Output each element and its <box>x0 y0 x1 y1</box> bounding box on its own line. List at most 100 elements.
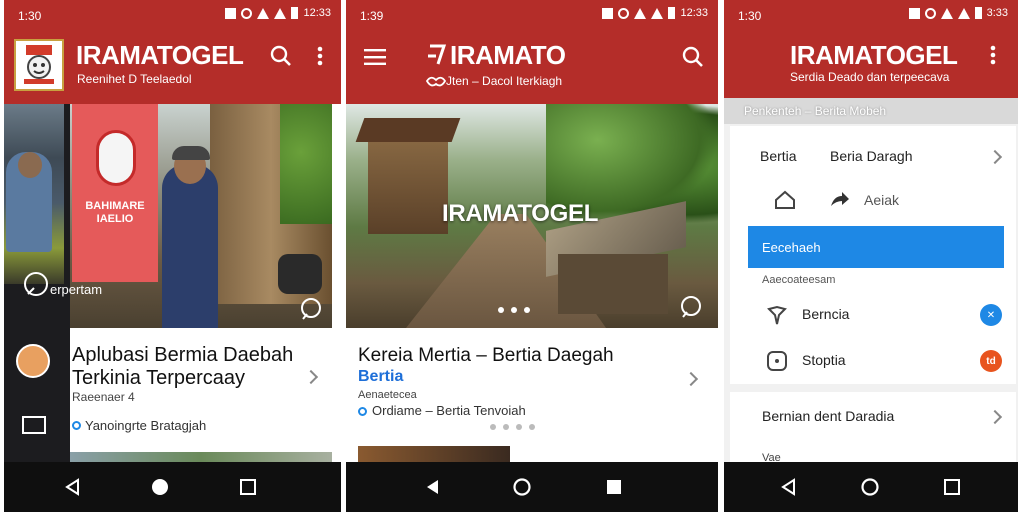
status-icons: 12:33 <box>602 7 708 19</box>
recents-icon <box>944 479 960 495</box>
recents-button[interactable] <box>236 475 260 499</box>
page-dot[interactable] <box>490 424 496 430</box>
recents-icon <box>240 479 256 495</box>
back-icon <box>65 478 79 496</box>
carousel-indicator[interactable] <box>498 307 530 313</box>
status-bar: 1:30 12:33 <box>4 0 341 30</box>
chevron-right-icon[interactable] <box>303 369 319 385</box>
article-tag[interactable]: Bertia <box>358 368 403 386</box>
app-bar: IRAMATOGEL Serdia Deado dan terpeecava <box>724 30 1018 98</box>
card-page-indicator[interactable] <box>490 424 535 430</box>
signal-icon <box>957 7 970 19</box>
chevron-right-icon[interactable] <box>987 409 1003 425</box>
menu-icon <box>364 49 386 65</box>
menu-row-home[interactable]: Aeiak <box>730 184 1016 224</box>
menu-row-item2[interactable]: Stoptia td <box>730 338 1016 384</box>
home-button[interactable] <box>148 475 172 499</box>
hero-image[interactable]: BAHIMARE IAELIO <box>70 104 332 328</box>
battery-icon <box>668 7 676 19</box>
app-title: IRAMATOGEL <box>790 40 958 70</box>
handshake-icon <box>426 76 446 87</box>
overflow-menu-button[interactable] <box>980 42 1006 68</box>
home-button[interactable] <box>858 475 882 499</box>
app-subtitle: Reenihet D Teelaedol <box>77 72 192 86</box>
hamburger-menu-button[interactable] <box>362 44 388 70</box>
recents-button[interactable] <box>602 475 626 499</box>
next-card-thumbnail <box>358 446 510 462</box>
back-button[interactable] <box>420 475 444 499</box>
pin-icon <box>767 305 787 325</box>
phone-screen-1: 1:30 12:33 IRAMATOGEL Reenihet D Teelaed… <box>4 0 341 512</box>
app-bar: IRAMATOGEL Reenihet D Teelaedol <box>4 30 341 104</box>
man-cap <box>172 146 210 160</box>
red-flag: BAHIMARE IAELIO <box>72 104 158 282</box>
overflow-menu-button[interactable] <box>307 43 333 69</box>
home-circle-icon <box>513 478 531 496</box>
battery-icon <box>974 7 982 19</box>
app-bar: IRAMATO Jten – Dacol Iterkiagh <box>346 30 718 104</box>
avatar[interactable] <box>16 344 50 378</box>
search-button[interactable] <box>268 43 294 69</box>
chevron-right-icon[interactable] <box>987 149 1003 165</box>
item1-badge[interactable]: ✕ <box>980 304 1002 326</box>
comment-icon[interactable] <box>298 296 324 322</box>
app-logo[interactable] <box>14 39 64 91</box>
phone-screen-2: 1:39 12:33 IRAMATO Jten – Dacol Iterkiag… <box>346 0 718 512</box>
carousel-dot[interactable] <box>524 307 530 313</box>
menu-row-bertia[interactable]: Bertia Beria Daragh <box>730 126 1016 184</box>
article-source: Yanoingrte Bratagjah <box>85 418 207 433</box>
logo-mark-icon <box>428 44 447 65</box>
notification-icon <box>908 7 920 19</box>
page-dot[interactable] <box>516 424 522 430</box>
page-dot[interactable] <box>503 424 509 430</box>
sync-icon <box>618 7 630 19</box>
menu-row-item1[interactable]: Berncia ✕ <box>730 292 1016 338</box>
next-card-peek <box>70 452 332 462</box>
status-clock: 12:33 <box>680 7 708 19</box>
back-icon <box>427 480 438 494</box>
recents-button[interactable] <box>940 475 964 499</box>
carousel-dot[interactable] <box>511 307 517 313</box>
motorbike <box>278 254 322 294</box>
back-button[interactable] <box>776 475 800 499</box>
source-dot-icon <box>358 407 367 416</box>
left-roof <box>355 118 461 142</box>
status-time: 1:39 <box>360 9 384 23</box>
status-time: 1:30 <box>738 9 762 23</box>
home-icon <box>775 190 795 209</box>
home-button[interactable] <box>510 475 534 499</box>
row-label: Bernian dent Daradia <box>762 408 895 424</box>
location-icon[interactable] <box>22 270 50 298</box>
menu-row-footer[interactable]: Bernian dent Daradia Vae <box>730 392 1016 464</box>
page-dot[interactable] <box>529 424 535 430</box>
banana-leaves <box>280 104 332 224</box>
article-card[interactable]: Aplubasi Bermia Daebah Terkinia Terperca… <box>70 328 332 462</box>
right-hut <box>558 254 668 314</box>
chevron-right-icon[interactable] <box>683 371 699 387</box>
search-icon <box>682 46 703 67</box>
flag-emblem <box>96 130 136 186</box>
article-card[interactable]: Kereia Mertia – Bertia Daegah Bertia Aen… <box>346 328 718 462</box>
carousel-dot[interactable] <box>498 307 504 313</box>
item2-badge[interactable]: td <box>980 350 1002 372</box>
sync-icon <box>241 7 253 19</box>
article-title: Kereia Mertia – Bertia Daegah <box>358 345 614 366</box>
notification-icon <box>225 7 237 19</box>
tablet-icon[interactable] <box>22 416 46 434</box>
breadcrumb[interactable]: Penkenteh – Berita Mobeh <box>744 104 886 118</box>
status-icons: 3:33 <box>908 7 1008 19</box>
wifi-icon <box>940 7 953 19</box>
comment-icon[interactable] <box>678 294 704 320</box>
menu-row-selected[interactable]: Eecehaeh <box>748 226 1004 268</box>
hero-text: IRAMATOGEL <box>442 200 599 227</box>
status-clock: 3:33 <box>986 7 1008 19</box>
system-nav-bar <box>724 462 1018 512</box>
sync-icon <box>924 7 936 19</box>
back-button[interactable] <box>60 475 84 499</box>
search-button[interactable] <box>680 44 706 70</box>
home-circle-icon <box>861 478 879 496</box>
hero-carousel[interactable]: IRAMATOGEL <box>346 104 718 328</box>
section-label: Aaecoateesam <box>762 274 836 286</box>
status-clock: 12:33 <box>303 7 331 19</box>
vendor-head <box>18 152 42 178</box>
